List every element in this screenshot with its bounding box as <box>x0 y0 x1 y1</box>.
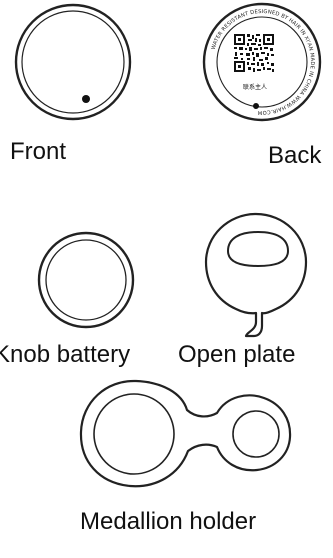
qr-code <box>233 33 275 73</box>
illustration-canvas: WATER RESISTANT DESIGNED BY HAIR IN XI'A… <box>14 2 322 488</box>
open-plate <box>204 212 308 338</box>
back-medallion: WATER RESISTANT DESIGNED BY HAIR IN XI'A… <box>202 2 322 122</box>
medallion-holder-label: Medallion holder <box>80 508 257 535</box>
back-dot <box>253 103 259 109</box>
front-dot <box>82 95 90 103</box>
back-label: Back <box>268 142 322 169</box>
knob-battery-label: Knob battery <box>0 341 131 368</box>
battery-outer-ring <box>37 231 135 329</box>
front-label: Front <box>10 138 67 165</box>
knob-battery <box>37 231 135 329</box>
medallion-holder <box>79 379 292 488</box>
open-plate-slot <box>226 230 290 268</box>
open-plate-label: Open plate <box>178 341 296 368</box>
front-outer-ring <box>14 3 132 121</box>
holder-outline <box>79 379 292 488</box>
front-medallion <box>14 3 132 121</box>
back-caption: 联系主人 <box>243 83 267 91</box>
